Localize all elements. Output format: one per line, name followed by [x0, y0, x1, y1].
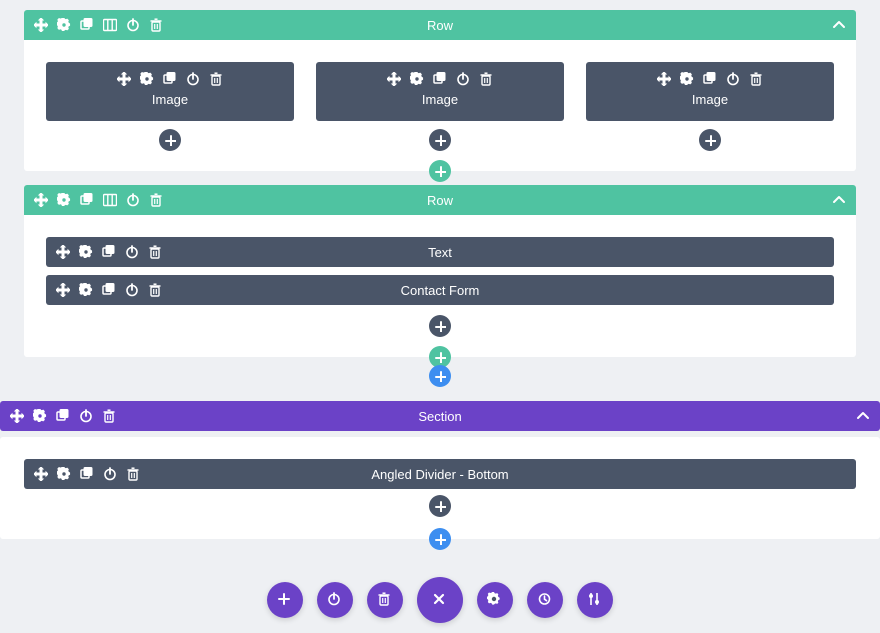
trash-icon[interactable] — [209, 72, 223, 86]
toolbar-history-button[interactable] — [527, 582, 563, 618]
add-module-button[interactable] — [429, 129, 451, 151]
move-icon[interactable] — [117, 72, 131, 86]
gear-icon[interactable] — [57, 193, 71, 207]
gear-icon[interactable] — [79, 245, 93, 259]
column-1: Image — [46, 62, 294, 151]
duplicate-icon[interactable] — [433, 72, 447, 86]
row-header[interactable]: Row — [24, 10, 856, 40]
add-row-button[interactable] — [429, 160, 451, 182]
duplicate-icon[interactable] — [102, 283, 116, 297]
gear-icon[interactable] — [410, 72, 424, 86]
duplicate-icon[interactable] — [56, 409, 70, 423]
gear-icon[interactable] — [79, 283, 93, 297]
power-icon[interactable] — [726, 72, 740, 86]
module-label: Image — [422, 92, 458, 107]
power-icon[interactable] — [456, 72, 470, 86]
toolbar-settings-button[interactable] — [477, 582, 513, 618]
row-1: Row Image — [24, 10, 856, 171]
row-header[interactable]: Row — [24, 185, 856, 215]
trash-icon[interactable] — [102, 409, 116, 423]
trash-icon[interactable] — [148, 283, 162, 297]
move-icon[interactable] — [56, 245, 70, 259]
chevron-up-icon[interactable] — [832, 193, 846, 207]
add-section-button[interactable] — [429, 528, 451, 550]
module-angled-divider[interactable]: Angled Divider - Bottom — [24, 459, 856, 489]
toolbar-close-button[interactable] — [417, 577, 463, 623]
duplicate-icon[interactable] — [163, 72, 177, 86]
duplicate-icon[interactable] — [80, 467, 94, 481]
move-icon[interactable] — [34, 467, 48, 481]
toolbar-add-button[interactable] — [267, 582, 303, 618]
toolbar-sliders-button[interactable] — [577, 582, 613, 618]
column-3: Image — [586, 62, 834, 151]
gear-icon[interactable] — [33, 409, 47, 423]
toolbar-power-button[interactable] — [317, 582, 353, 618]
columns-icon[interactable] — [103, 18, 117, 32]
add-module-button[interactable] — [429, 315, 451, 337]
chevron-up-icon[interactable] — [856, 409, 870, 423]
section-title: Section — [0, 409, 880, 424]
section: Section Angled Divider - Bottom — [0, 401, 880, 539]
add-module-button[interactable] — [699, 129, 721, 151]
gear-icon[interactable] — [57, 467, 71, 481]
module-label: Angled Divider - Bottom — [371, 467, 508, 482]
column-2: Image — [316, 62, 564, 151]
move-icon[interactable] — [56, 283, 70, 297]
module-image[interactable]: Image — [46, 62, 294, 121]
builder-toolbar — [0, 577, 880, 623]
duplicate-icon[interactable] — [80, 193, 94, 207]
trash-icon[interactable] — [749, 72, 763, 86]
add-section-button[interactable] — [429, 365, 451, 387]
module-label: Contact Form — [401, 283, 480, 298]
module-label: Text — [428, 245, 452, 260]
trash-icon[interactable] — [149, 18, 163, 32]
power-icon[interactable] — [79, 409, 93, 423]
move-icon[interactable] — [34, 18, 48, 32]
gear-icon[interactable] — [57, 18, 71, 32]
module-label: Image — [152, 92, 188, 107]
columns-icon[interactable] — [103, 193, 117, 207]
module-image[interactable]: Image — [316, 62, 564, 121]
module-text[interactable]: Text — [46, 237, 834, 267]
gear-icon[interactable] — [140, 72, 154, 86]
toolbar-trash-button[interactable] — [367, 582, 403, 618]
power-icon[interactable] — [103, 467, 117, 481]
move-icon[interactable] — [387, 72, 401, 86]
duplicate-icon[interactable] — [80, 18, 94, 32]
trash-icon[interactable] — [479, 72, 493, 86]
move-icon[interactable] — [657, 72, 671, 86]
add-module-button[interactable] — [159, 129, 181, 151]
trash-icon[interactable] — [149, 193, 163, 207]
move-icon[interactable] — [34, 193, 48, 207]
module-contact-form[interactable]: Contact Form — [46, 275, 834, 305]
power-icon[interactable] — [126, 193, 140, 207]
power-icon[interactable] — [125, 283, 139, 297]
section-header[interactable]: Section — [0, 401, 880, 431]
module-image[interactable]: Image — [586, 62, 834, 121]
power-icon[interactable] — [126, 18, 140, 32]
power-icon[interactable] — [186, 72, 200, 86]
gear-icon[interactable] — [680, 72, 694, 86]
move-icon[interactable] — [10, 409, 24, 423]
module-label: Image — [692, 92, 728, 107]
chevron-up-icon[interactable] — [832, 18, 846, 32]
row-2: Row Text — [24, 185, 856, 357]
duplicate-icon[interactable] — [703, 72, 717, 86]
duplicate-icon[interactable] — [102, 245, 116, 259]
trash-icon[interactable] — [126, 467, 140, 481]
trash-icon[interactable] — [148, 245, 162, 259]
row-body: Text Contact Form — [24, 215, 856, 337]
add-module-button[interactable] — [429, 495, 451, 517]
row-body: Image Image — [24, 40, 856, 151]
power-icon[interactable] — [125, 245, 139, 259]
